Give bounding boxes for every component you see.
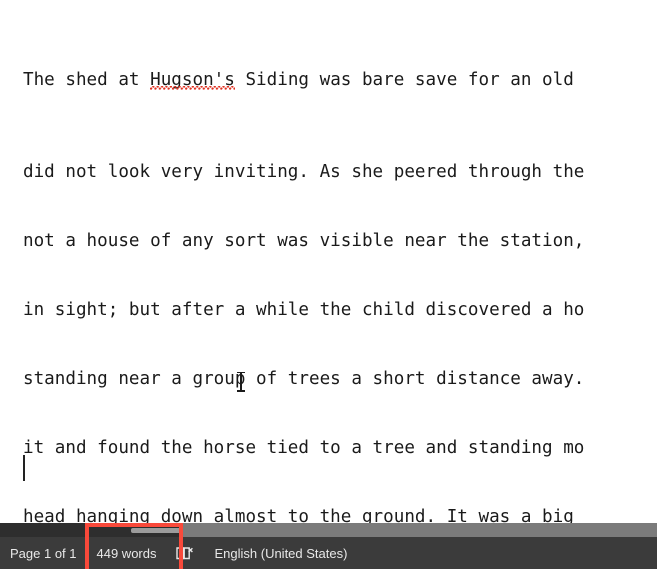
document-line: not a house of any sort was visible near… — [23, 231, 585, 251]
language-label: English (United States) — [214, 545, 348, 561]
book-with-x-icon — [176, 546, 194, 559]
status-bar: Page 1 of 1 449 words English (United St… — [0, 537, 657, 569]
text-caret — [23, 455, 25, 481]
document-line: standing near a group of trees a short d… — [23, 369, 585, 389]
scrollbar-track-right[interactable] — [183, 523, 657, 537]
spell-error-word[interactable]: Hugson's — [150, 70, 235, 90]
language-indicator[interactable]: English (United States) — [204, 537, 357, 569]
line-text-post: Siding was bare save for an old — [234, 70, 574, 90]
scrollbar-track-left — [0, 523, 85, 537]
word-count-label: 449 words — [96, 545, 157, 561]
scrollbar-thumb[interactable] — [131, 528, 183, 533]
page-indicator-label: Page 1 of 1 — [10, 545, 77, 561]
horizontal-scrollbar[interactable] — [0, 523, 657, 537]
document-line: head hanging down almost to the ground. … — [23, 507, 574, 523]
document-canvas[interactable]: The shed at Hugson's Siding was bare sav… — [0, 0, 657, 523]
document-text-body[interactable]: The shed at Hugson's Siding was bare sav… — [23, 0, 657, 523]
proofing-status-button[interactable] — [166, 537, 204, 569]
word-processor-window: The shed at Hugson's Siding was bare sav… — [0, 0, 657, 569]
document-line: did not look very inviting. As she peere… — [23, 162, 585, 182]
word-count-button[interactable]: 449 words — [86, 537, 167, 569]
document-line: The shed at Hugson's Siding was bare sav… — [23, 69, 657, 92]
page-indicator[interactable]: Page 1 of 1 — [0, 537, 87, 569]
document-line: it and found the horse tied to a tree an… — [23, 438, 585, 458]
line-text-pre: The shed at — [23, 70, 151, 90]
document-line: in sight; but after a while the child di… — [23, 300, 585, 320]
